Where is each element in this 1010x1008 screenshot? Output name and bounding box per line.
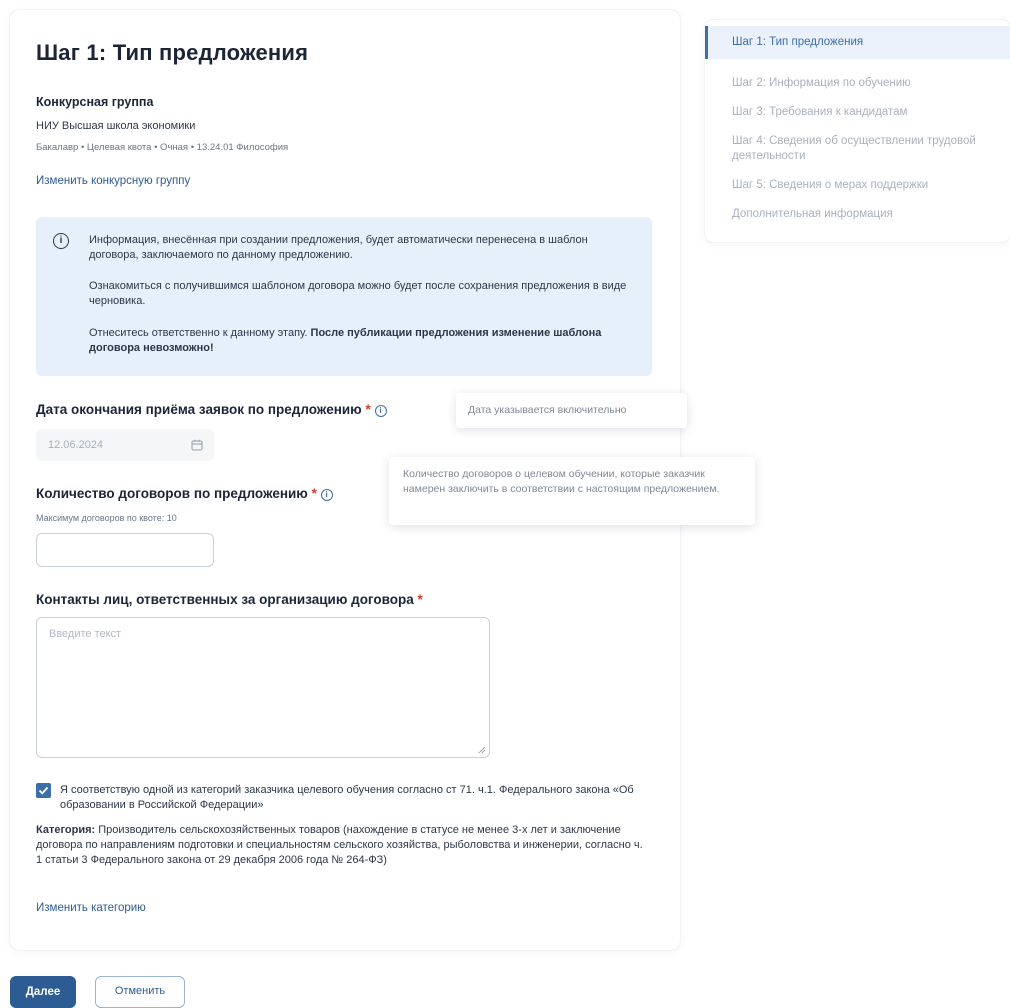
group-details: Бакалавр • Целевая квота • Очная • 13.24… xyxy=(36,142,289,153)
change-category-link[interactable]: Изменить категорию xyxy=(36,902,146,914)
page-title: Шаг 1: Тип предложения xyxy=(36,40,309,65)
deadline-date-input[interactable]: 12.06.2024 xyxy=(36,429,214,461)
contracts-label-row: Количество договоров по предложению * i xyxy=(36,486,333,501)
info-icon: i xyxy=(53,233,69,249)
contacts-textarea[interactable]: Введите текст xyxy=(36,617,490,758)
info-paragraph-3: Отнеситесь ответственно к данному этапу.… xyxy=(89,326,634,356)
deadline-tooltip: Дата указывается включительно xyxy=(456,393,687,428)
contracts-count-input[interactable] xyxy=(36,533,214,567)
deadline-label-row: Дата окончания приёма заявок по предложе… xyxy=(36,402,387,417)
next-button[interactable]: Далее xyxy=(10,976,76,1008)
contracts-tooltip: Количество договоров о целевом обучении,… xyxy=(389,457,755,525)
info-box: i Информация, внесённая при создании пре… xyxy=(36,217,652,376)
help-icon[interactable]: i xyxy=(374,405,387,417)
category-prefix: Категория: xyxy=(36,824,96,836)
category-description: Категория: Производитель сельскохозяйств… xyxy=(36,823,646,868)
change-group-link[interactable]: Изменить конкурсную группу xyxy=(36,175,190,187)
info-paragraph-1: Информация, внесённая при создании предл… xyxy=(89,234,588,261)
contracts-label: Количество договоров по предложению xyxy=(36,486,308,501)
category-checkbox-label[interactable]: Я соответствую одной из категорий заказч… xyxy=(60,783,640,813)
step-item-3[interactable]: Шаг 3: Требования к кандидатам xyxy=(705,98,1010,127)
contracts-hint: Максимум договоров по квоте: 10 xyxy=(36,513,177,523)
required-mark: * xyxy=(365,402,371,417)
calendar-icon[interactable] xyxy=(191,439,203,451)
contacts-label-row: Контакты лиц, ответственных за организац… xyxy=(36,592,423,607)
cancel-button[interactable]: Отменить xyxy=(95,976,185,1008)
info-paragraph-2: Ознакомиться с получившимся шаблоном дог… xyxy=(89,280,627,307)
step-item-2[interactable]: Шаг 2: Информация по обучению xyxy=(705,69,1010,98)
group-heading: Конкурсная группа xyxy=(36,95,154,109)
deadline-date-value: 12.06.2024 xyxy=(48,439,104,451)
category-checkbox[interactable] xyxy=(36,783,51,798)
info-paragraph-3-text: Отнеситесь ответственно к данному этапу. xyxy=(89,327,311,339)
step-item-5[interactable]: Шаг 5: Сведения о мерах поддержки xyxy=(705,171,1010,200)
category-text: Производитель сельскохозяйственных товар… xyxy=(36,824,643,866)
step-item-1[interactable]: Шаг 1: Тип предложения xyxy=(705,26,1010,59)
required-mark: * xyxy=(417,592,423,607)
required-mark: * xyxy=(311,486,317,501)
check-icon xyxy=(38,786,49,795)
deadline-label: Дата окончания приёма заявок по предложе… xyxy=(36,402,362,417)
contacts-placeholder: Введите текст xyxy=(49,628,122,640)
step-item-extra[interactable]: Дополнительная информация xyxy=(705,200,1010,229)
step-item-4[interactable]: Шаг 4: Сведения об осуществлении трудово… xyxy=(705,127,1010,171)
help-icon[interactable]: i xyxy=(320,489,333,501)
resize-grip-icon[interactable] xyxy=(478,746,486,754)
steps-sidebar: Шаг 1: Тип предложения Шаг 2: Информация… xyxy=(705,20,1010,242)
contacts-label: Контакты лиц, ответственных за организац… xyxy=(36,592,414,607)
group-university: НИУ Высшая школа экономики xyxy=(36,120,196,132)
